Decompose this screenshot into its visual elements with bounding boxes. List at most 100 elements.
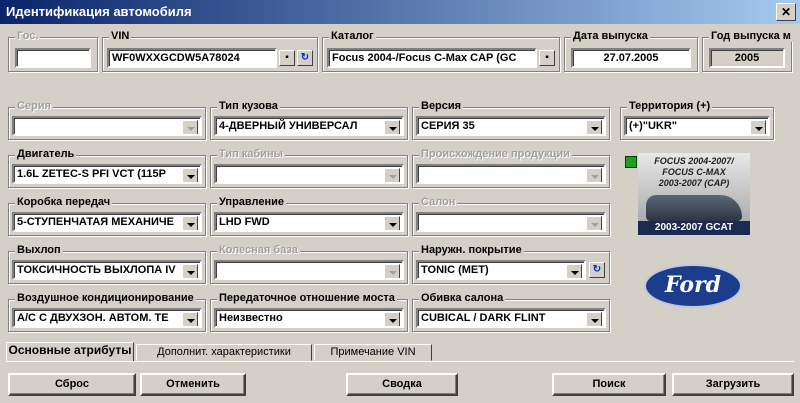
ac-group: Воздушное кондиционирование A/C С ДВУХЗО… bbox=[8, 292, 206, 332]
gearbox-value: 5-СТУПЕНЧАТАЯ МЕХАНИЧЕ bbox=[17, 216, 174, 228]
chevron-down-icon[interactable] bbox=[182, 168, 198, 182]
ac-label: Воздушное кондиционирование bbox=[15, 292, 196, 304]
chevron-down-icon[interactable] bbox=[384, 312, 400, 326]
release-date-field[interactable]: 27.07.2005 bbox=[571, 48, 691, 68]
release-date-group: Дата выпуска 27.07.2005 bbox=[564, 30, 698, 72]
version-group: Версия СЕРИЯ 35 bbox=[412, 100, 610, 140]
chevron-down-icon[interactable] bbox=[384, 120, 400, 134]
vin-field[interactable]: WF0WXXGCDW5A78024 bbox=[107, 48, 277, 68]
chevron-down-icon bbox=[384, 264, 400, 278]
engine-value: 1.6L ZETEC-S PFI VCT (115P bbox=[17, 168, 166, 180]
steering-combo[interactable]: LHD FWD bbox=[214, 212, 404, 232]
chevron-down-icon bbox=[586, 168, 602, 182]
chevron-down-icon bbox=[586, 216, 602, 230]
ford-logo: Ford bbox=[644, 264, 742, 308]
wheelbase-combo bbox=[214, 260, 404, 280]
release-year-field: 2005 bbox=[709, 48, 785, 68]
release-date-label: Дата выпуска bbox=[571, 30, 650, 42]
model-info-icon[interactable] bbox=[625, 156, 637, 168]
series-combo bbox=[12, 116, 202, 136]
engine-label: Двигатель bbox=[15, 148, 77, 160]
chevron-down-icon[interactable] bbox=[750, 120, 766, 134]
catalog-label: Каталог bbox=[329, 30, 376, 42]
summary-button[interactable]: Сводка bbox=[346, 373, 458, 396]
load-button[interactable]: Загрузить bbox=[672, 373, 794, 396]
series-label: Серия bbox=[15, 100, 53, 112]
gos-field[interactable] bbox=[15, 48, 91, 68]
gear-ratio-group: Передаточное отношение моста Неизвестно bbox=[210, 292, 408, 332]
chevron-down-icon[interactable] bbox=[586, 120, 602, 134]
tab-main-attributes[interactable]: Основные атрибуты bbox=[6, 342, 134, 362]
tab-vin-note[interactable]: Примечание VIN bbox=[314, 344, 432, 361]
catalog-select-button[interactable]: ▪ bbox=[539, 50, 555, 66]
exhaust-combo[interactable]: ТОКСИЧНОСТЬ ВЫХЛОПА IV bbox=[12, 260, 202, 280]
car-image bbox=[646, 195, 742, 221]
close-button[interactable]: ✕ bbox=[776, 3, 796, 21]
body-type-combo[interactable]: 4-ДВЕРНЫЙ УНИВЕРСАЛ bbox=[214, 116, 404, 136]
upholstery-combo[interactable]: CUBICAL / DARK FLINT bbox=[416, 308, 606, 328]
origin-combo bbox=[416, 164, 606, 184]
vin-refresh-icon[interactable]: ↻ bbox=[297, 50, 313, 66]
gear-ratio-combo[interactable]: Неизвестно bbox=[214, 308, 404, 328]
release-year-label: Год выпуска м bbox=[709, 30, 793, 42]
thumbnail-line-2: FOCUS C-MAX bbox=[662, 167, 726, 177]
window-title: Идентификация автомобиля bbox=[6, 4, 192, 19]
chevron-down-icon[interactable] bbox=[182, 216, 198, 230]
gearbox-group: Коробка передач 5-СТУПЕНЧАТАЯ МЕХАНИЧЕ bbox=[8, 196, 206, 236]
wheelbase-group: Колесная база bbox=[210, 244, 408, 284]
catalog-field[interactable]: Focus 2004-/Focus C-Max CAP (GC bbox=[327, 48, 537, 68]
series-group: Серия bbox=[8, 100, 206, 140]
origin-label: Происхождение продукции bbox=[419, 148, 572, 160]
thumbnail-line-1: FOCUS 2004-2007/ bbox=[654, 156, 734, 166]
vin-group: VIN WF0WXXGCDW5A78024 ▪ ↻ bbox=[102, 30, 318, 72]
engine-combo[interactable]: 1.6L ZETEC-S PFI VCT (115P bbox=[12, 164, 202, 184]
body-type-group: Тип кузова 4-ДВЕРНЫЙ УНИВЕРСАЛ bbox=[210, 100, 408, 140]
tab-divider bbox=[6, 361, 794, 362]
exhaust-label: Выхлоп bbox=[15, 244, 63, 256]
ac-combo[interactable]: A/C С ДВУХЗОН. АВТОМ. ТЕ bbox=[12, 308, 202, 328]
exhaust-value: ТОКСИЧНОСТЬ ВЫХЛОПА IV bbox=[17, 264, 176, 276]
cab-type-label: Тип кабины bbox=[217, 148, 285, 160]
ac-value: A/C С ДВУХЗОН. АВТОМ. ТЕ bbox=[17, 312, 169, 324]
gearbox-combo[interactable]: 5-СТУПЕНЧАТАЯ МЕХАНИЧЕ bbox=[12, 212, 202, 232]
chevron-down-icon[interactable] bbox=[586, 312, 602, 326]
body-type-label: Тип кузова bbox=[217, 100, 280, 112]
origin-group: Происхождение продукции bbox=[412, 148, 610, 188]
thumbnail-line-3: 2003-2007 (CAP) bbox=[658, 178, 730, 188]
upholstery-label: Обивка салона bbox=[419, 292, 506, 304]
upholstery-value: CUBICAL / DARK FLINT bbox=[421, 312, 546, 324]
territory-combo[interactable]: (+)"UKR" bbox=[624, 116, 770, 136]
engine-group: Двигатель 1.6L ZETEC-S PFI VCT (115P bbox=[8, 148, 206, 188]
cancel-button[interactable]: Отменить bbox=[140, 373, 246, 396]
territory-label: Территория (+) bbox=[627, 100, 713, 112]
vin-decode-button[interactable]: ▪ bbox=[279, 50, 295, 66]
paint-group: Наружн. покрытие TONIC (MET) ↻ bbox=[412, 244, 610, 284]
chevron-down-icon bbox=[182, 120, 198, 134]
tab-extra-characteristics[interactable]: Дополнит. характеристики bbox=[136, 344, 312, 361]
steering-value: LHD FWD bbox=[219, 216, 270, 228]
gear-ratio-label: Передаточное отношение моста bbox=[217, 292, 397, 304]
gearbox-label: Коробка передач bbox=[15, 196, 113, 208]
chevron-down-icon[interactable] bbox=[566, 264, 582, 278]
title-bar: Идентификация автомобиля ✕ bbox=[0, 0, 800, 24]
reset-button[interactable]: Сброс bbox=[8, 373, 136, 396]
gos-group: Гос. bbox=[8, 30, 98, 72]
search-button[interactable]: Поиск bbox=[552, 373, 666, 396]
version-combo[interactable]: СЕРИЯ 35 bbox=[416, 116, 606, 136]
catalog-group: Каталог Focus 2004-/Focus C-Max CAP (GC … bbox=[322, 30, 560, 72]
cab-type-combo bbox=[214, 164, 404, 184]
territory-group: Территория (+) (+)"UKR" bbox=[620, 100, 774, 140]
model-thumbnail: FOCUS 2004-2007/ FOCUS C-MAX 2003-2007 (… bbox=[638, 153, 750, 235]
paint-refresh-icon[interactable]: ↻ bbox=[589, 262, 605, 278]
chevron-down-icon[interactable] bbox=[384, 216, 400, 230]
steering-label: Управление bbox=[217, 196, 287, 208]
chevron-down-icon[interactable] bbox=[182, 264, 198, 278]
cab-type-group: Тип кабины bbox=[210, 148, 408, 188]
steering-group: Управление LHD FWD bbox=[210, 196, 408, 236]
chevron-down-icon[interactable] bbox=[182, 312, 198, 326]
version-value: СЕРИЯ 35 bbox=[421, 120, 475, 132]
territory-value: (+)"UKR" bbox=[629, 120, 678, 132]
thumbnail-caption: FOCUS 2004-2007/ FOCUS C-MAX 2003-2007 (… bbox=[646, 156, 742, 189]
paint-value: TONIC (MET) bbox=[421, 264, 489, 276]
paint-combo[interactable]: TONIC (MET) bbox=[416, 260, 586, 280]
